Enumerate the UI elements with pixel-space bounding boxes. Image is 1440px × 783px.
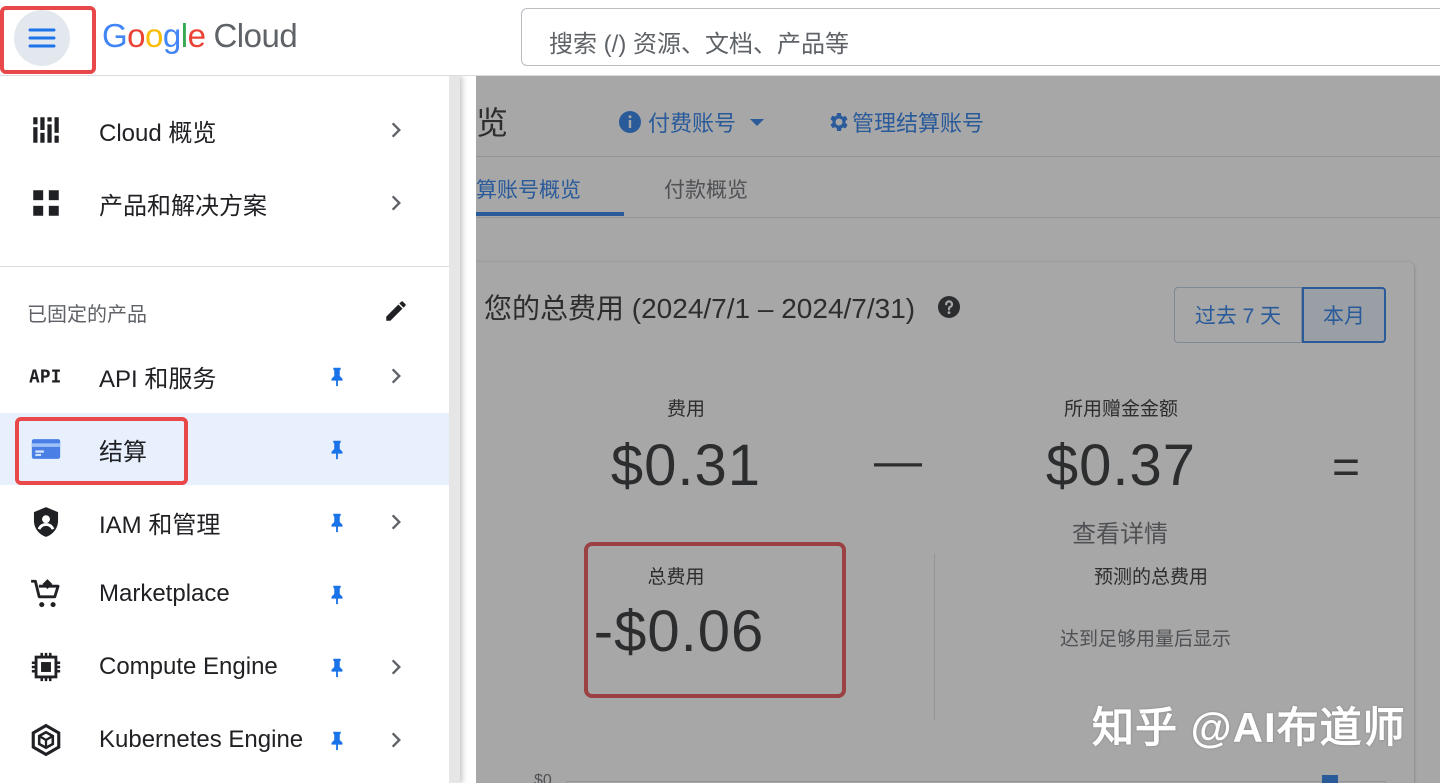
chevron-right-icon [391, 732, 401, 748]
nav-item-marketplace[interactable]: Marketplace [0, 558, 449, 630]
pin-icon[interactable] [326, 509, 348, 535]
nav-item-label: Kubernetes Engine [99, 726, 304, 753]
nav-item-label: Compute Engine [99, 653, 278, 680]
pin-icon[interactable] [326, 436, 348, 462]
navigation-drawer: Cloud 概览 产品和解决方案 已固定的产品 API API 和服务 结算 I… [0, 76, 460, 783]
search-placeholder: 搜索 (/) 资源、文档、产品等 [549, 31, 849, 58]
nav-item-label: Marketplace [99, 580, 230, 607]
watermark: 知乎 @AI布道师 [1092, 704, 1406, 751]
grid-icon [33, 190, 59, 216]
svg-text:API: API [29, 367, 61, 388]
google-cloud-logo[interactable]: Go o g l e Cloud [102, 17, 298, 55]
edit-pencil-icon[interactable] [383, 298, 409, 324]
drawer-scrollbar[interactable] [449, 76, 460, 783]
chevron-right-icon [391, 514, 401, 530]
nav-item-label: 产品和解决方案 [99, 192, 267, 220]
chip-icon [31, 652, 61, 682]
chevron-right-icon [391, 122, 401, 138]
chevron-right-icon [391, 368, 401, 384]
pin-icon[interactable] [326, 363, 348, 389]
top-bar: Go o g l e Cloud 搜索 (/) 资源、文档、产品等 [0, 0, 1440, 76]
chevron-right-icon [391, 659, 401, 675]
main-content: 览 付费账号 管理结算账号 算账号概览 付款概览 您的总费用 (2024/7/1… [476, 76, 1440, 783]
pin-icon[interactable] [326, 727, 348, 753]
nav-item-label: API 和服务 [99, 365, 217, 393]
cart-icon [31, 579, 60, 608]
nav-item-iam-admin[interactable]: IAM 和管理 [0, 486, 449, 558]
nav-section-divider [0, 266, 449, 267]
nav-item-compute-engine[interactable]: Compute Engine [0, 631, 449, 703]
api-icon: API [29, 367, 61, 388]
nav-item-api-services[interactable]: API API 和服务 [0, 340, 449, 412]
search-box[interactable]: 搜索 (/) 资源、文档、产品等 [521, 8, 1440, 66]
nav-item-label: IAM 和管理 [99, 511, 221, 539]
pin-icon[interactable] [326, 654, 348, 680]
nav-item-cloud-overview[interactable]: Cloud 概览 [0, 94, 449, 166]
menu-highlight-box [0, 6, 96, 74]
billing-highlight-box [15, 417, 188, 485]
kubernetes-icon [31, 723, 61, 757]
nav-item-label: Cloud 概览 [99, 119, 217, 147]
pin-icon[interactable] [326, 581, 348, 607]
pinned-products-title: 已固定的产品 [27, 304, 147, 326]
chevron-right-icon [391, 195, 401, 211]
nav-item-products-solutions[interactable]: 产品和解决方案 [0, 167, 449, 239]
shield-icon [33, 507, 59, 537]
dashboard-icon [33, 117, 59, 143]
modal-scrim[interactable] [476, 76, 1440, 783]
nav-item-kubernetes-engine[interactable]: Kubernetes Engine [0, 704, 449, 776]
